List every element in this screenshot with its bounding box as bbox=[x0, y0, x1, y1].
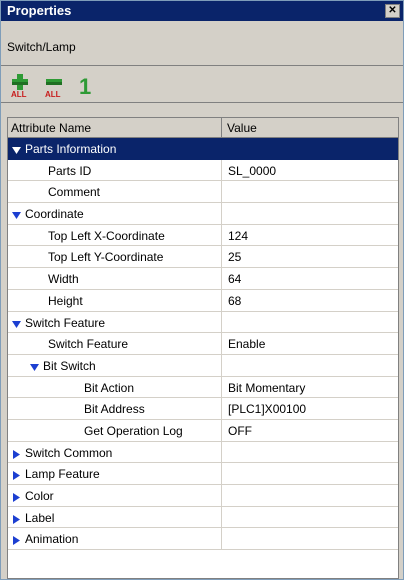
expand-all-button[interactable]: ALL bbox=[9, 74, 33, 99]
row-name: Label bbox=[25, 510, 55, 525]
collapsed-arrow-icon[interactable] bbox=[12, 448, 21, 459]
row-value-cell[interactable] bbox=[221, 441, 398, 463]
row-name: Switch Feature bbox=[25, 315, 106, 330]
row-value-cell[interactable] bbox=[221, 506, 398, 528]
title-bar: Properties ✕ bbox=[1, 1, 403, 21]
row-value-cell[interactable] bbox=[221, 311, 398, 333]
expanded-arrow-icon[interactable] bbox=[12, 144, 21, 154]
row-name: Bit Address bbox=[84, 402, 145, 417]
row-name: Switch Feature bbox=[48, 337, 129, 352]
row-value: 64 bbox=[228, 272, 242, 287]
property-grid: Attribute Name Value Parts Information Pa… bbox=[7, 117, 399, 579]
group-row[interactable]: Color bbox=[8, 485, 398, 507]
row-value-cell[interactable] bbox=[221, 463, 398, 484]
row-value-cell[interactable] bbox=[221, 528, 398, 550]
row-value: Enable bbox=[228, 337, 266, 352]
row-name: Width bbox=[48, 272, 79, 287]
row-value-cell[interactable] bbox=[221, 485, 398, 506]
collapse-all-label: ALL bbox=[45, 90, 61, 98]
property-row[interactable]: Top Left Y-Coordinate 25 bbox=[8, 246, 398, 269]
group-row[interactable]: Parts Information bbox=[8, 138, 398, 160]
property-row[interactable]: Top Left X-Coordinate 124 bbox=[8, 224, 398, 247]
expanded-arrow-icon[interactable] bbox=[12, 209, 21, 220]
row-value-cell[interactable]: Bit Momentary bbox=[221, 376, 398, 398]
grid-header: Attribute Name Value bbox=[8, 118, 398, 138]
row-value: SL_0000 bbox=[228, 163, 277, 178]
row-name: Animation bbox=[25, 532, 79, 547]
number-button[interactable]: 1 bbox=[75, 74, 99, 99]
property-row[interactable]: Get Operation Log OFF bbox=[8, 419, 398, 442]
collapse-all-button[interactable]: ALL bbox=[43, 74, 67, 99]
row-name: Lamp Feature bbox=[25, 467, 100, 482]
row-value: Bit Momentary bbox=[228, 380, 306, 395]
group-row[interactable]: Bit Switch bbox=[8, 354, 398, 377]
row-name: Comment bbox=[48, 185, 101, 200]
row-value: 25 bbox=[228, 250, 242, 265]
grid-rows: Parts Information Parts ID SL_0000 Comment C… bbox=[8, 138, 398, 551]
group-row[interactable]: Coordinate bbox=[8, 203, 398, 225]
row-value-cell[interactable]: 25 bbox=[221, 246, 398, 268]
row-value-cell[interactable]: 64 bbox=[221, 268, 398, 289]
property-row[interactable]: Comment bbox=[8, 181, 398, 204]
row-value-cell[interactable]: 68 bbox=[221, 289, 398, 311]
group-row[interactable]: Switch Feature bbox=[8, 311, 398, 334]
collapsed-arrow-icon[interactable] bbox=[12, 534, 21, 546]
row-name: Height bbox=[48, 293, 83, 308]
toolbar: ALL ALL 1 bbox=[1, 65, 403, 103]
property-row[interactable]: Bit Address [PLC1]X00100 bbox=[8, 398, 398, 420]
expand-all-icon: ALL bbox=[11, 74, 28, 99]
row-value-cell[interactable] bbox=[221, 354, 398, 376]
collapsed-arrow-icon[interactable] bbox=[12, 513, 21, 524]
collapse-all-icon: ALL bbox=[45, 79, 62, 99]
collapsed-arrow-icon[interactable] bbox=[12, 469, 21, 481]
expand-all-label: ALL bbox=[11, 90, 27, 98]
row-name: Color bbox=[25, 489, 54, 503]
row-name: Bit Switch bbox=[43, 358, 96, 373]
row-value: OFF bbox=[228, 423, 252, 438]
properties-panel: Properties ✕ Switch/Lamp ALL ALL 1 Attri… bbox=[0, 0, 404, 580]
value-header[interactable]: Value bbox=[227, 121, 257, 135]
row-name: Parts ID bbox=[48, 163, 92, 178]
property-row[interactable]: Height 68 bbox=[8, 289, 398, 312]
close-icon[interactable]: ✕ bbox=[385, 4, 400, 18]
property-row[interactable]: Width 64 bbox=[8, 268, 398, 290]
row-name: Top Left Y-Coordinate bbox=[48, 250, 164, 265]
row-value-cell[interactable]: [PLC1]X00100 bbox=[221, 398, 398, 419]
row-value-cell[interactable]: SL_0000 bbox=[221, 159, 398, 181]
property-row[interactable]: Switch Feature Enable bbox=[8, 333, 398, 355]
row-value-cell[interactable] bbox=[221, 181, 398, 203]
expanded-arrow-icon[interactable] bbox=[30, 361, 39, 371]
object-type-label: Switch/Lamp bbox=[7, 40, 76, 54]
group-row[interactable]: Animation bbox=[8, 528, 398, 551]
row-name: Bit Action bbox=[84, 380, 135, 395]
panel-title: Properties bbox=[7, 3, 72, 18]
group-row[interactable]: Label bbox=[8, 506, 398, 529]
row-value-cell[interactable] bbox=[221, 138, 398, 159]
row-name: Coordinate bbox=[25, 207, 84, 222]
row-value-cell[interactable]: 124 bbox=[221, 224, 398, 246]
row-value: 68 bbox=[228, 293, 242, 308]
attribute-name-header[interactable]: Attribute Name bbox=[11, 121, 91, 135]
group-row[interactable]: Lamp Feature bbox=[8, 463, 398, 485]
row-name: Top Left X-Coordinate bbox=[48, 228, 165, 243]
row-value-cell[interactable]: OFF bbox=[221, 419, 398, 441]
group-row[interactable]: Switch Common bbox=[8, 441, 398, 464]
expanded-arrow-icon[interactable] bbox=[12, 318, 21, 328]
collapsed-arrow-icon[interactable] bbox=[12, 491, 21, 502]
row-value-cell[interactable] bbox=[221, 203, 398, 224]
number-icon: 1 bbox=[79, 74, 91, 99]
row-name: Switch Common bbox=[25, 445, 113, 460]
number-label: 1 bbox=[79, 74, 91, 98]
row-name: Get Operation Log bbox=[84, 423, 183, 438]
property-row[interactable]: Bit Action Bit Momentary bbox=[8, 376, 398, 399]
property-row[interactable]: Parts ID SL_0000 bbox=[8, 159, 398, 182]
row-value-cell[interactable]: Enable bbox=[221, 333, 398, 354]
row-name: Parts Information bbox=[25, 142, 117, 156]
row-value: 124 bbox=[228, 228, 249, 243]
column-divider[interactable] bbox=[221, 118, 222, 138]
row-value: [PLC1]X00100 bbox=[228, 402, 307, 417]
